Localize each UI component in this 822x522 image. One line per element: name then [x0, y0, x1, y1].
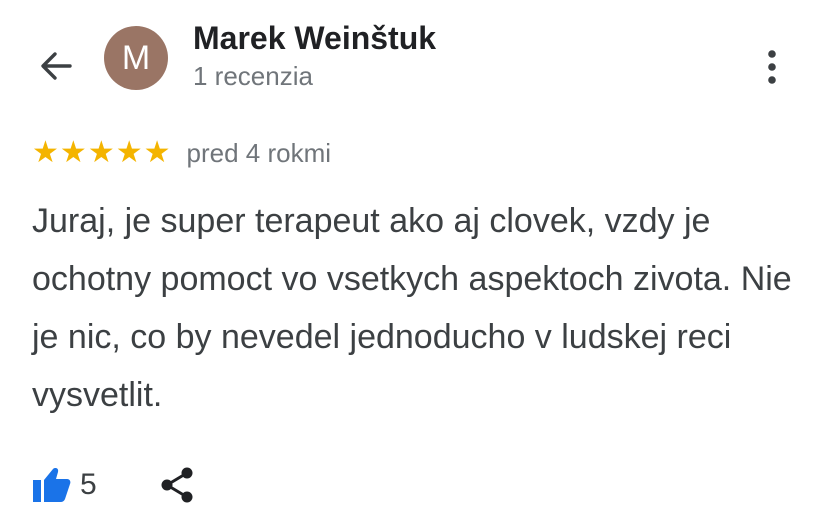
thumb-up-icon: [33, 468, 71, 502]
share-button[interactable]: [159, 466, 195, 504]
arrow-back-icon: [41, 52, 72, 80]
star-icon: ★: [87, 135, 115, 170]
review-page: M Marek Weinštuk 1 recenzia ★ ★ ★ ★ ★ pred 4…: [0, 0, 822, 522]
review-time: pred 4 rokmi: [186, 137, 332, 168]
share-icon: [161, 467, 193, 503]
avatar[interactable]: M: [104, 26, 168, 90]
star-icon: ★: [115, 135, 143, 170]
star-rating: ★ ★ ★ ★ ★: [32, 138, 171, 168]
star-icon: ★: [32, 135, 59, 170]
like-button[interactable]: 5: [32, 466, 97, 504]
reviewer-review-count: 1 recenzia: [193, 61, 313, 91]
reviewer-name[interactable]: Marek Weinštuk: [193, 20, 436, 57]
star-icon: ★: [59, 135, 87, 170]
star-icon: ★: [143, 135, 171, 170]
review-text: Juraj, je super terapeut ako aj clovek, …: [32, 202, 792, 414]
back-button[interactable]: [36, 46, 76, 86]
like-count: 5: [80, 468, 97, 501]
more-vert-icon: [768, 50, 776, 84]
review-actions: 5: [32, 464, 195, 506]
avatar-initial: M: [121, 38, 151, 77]
rating-row: ★ ★ ★ ★ ★ pred 4 rokmi: [32, 136, 331, 170]
more-options-button[interactable]: [752, 46, 792, 88]
